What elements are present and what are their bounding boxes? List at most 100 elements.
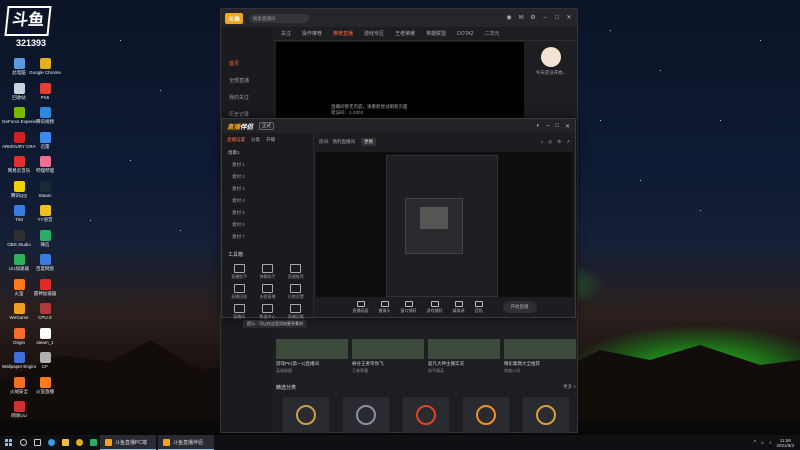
search-icon[interactable] xyxy=(16,435,30,450)
camera-icon[interactable]: ◎ xyxy=(548,139,552,145)
start-button[interactable] xyxy=(0,435,16,450)
toolbox-item[interactable]: 直播推荐 xyxy=(283,264,309,280)
nav-tab[interactable]: DOTA2 xyxy=(457,31,473,37)
source-button[interactable]: 游戏捕获 xyxy=(427,300,443,314)
desktop-icon[interactable]: YY语音 xyxy=(28,205,62,229)
nav-tab[interactable]: 王者荣耀 xyxy=(395,30,415,37)
change-button[interactable]: 更换 xyxy=(361,138,376,146)
scene-source-item[interactable]: 素材 6 xyxy=(222,219,313,231)
search-input[interactable]: 搜索直播间 xyxy=(249,13,310,23)
clock[interactable]: 11:58 2021/8/3 xyxy=(776,438,794,448)
task-stream-companion[interactable]: 斗鱼直播伴侣 xyxy=(158,435,214,450)
sidebar-item[interactable]: 我的关注 xyxy=(221,89,273,106)
nav-tab[interactable]: 关注 xyxy=(281,30,291,37)
desktop-icon[interactable]: 百度网盘 xyxy=(28,254,62,278)
mic-icon[interactable]: ♪ xyxy=(541,139,543,145)
game-category-tile[interactable] xyxy=(463,397,509,433)
source-button[interactable]: 音频 xyxy=(474,300,483,314)
source-button[interactable]: 摄像头 xyxy=(379,300,391,314)
toolbox-item[interactable]: 弹幕助手 xyxy=(254,264,280,280)
volume-icon[interactable]: ♪ xyxy=(769,440,772,446)
toolbox-item[interactable]: 直播助手 xyxy=(226,264,252,280)
taskview-icon[interactable] xyxy=(30,435,44,450)
companion-tab[interactable]: 分类 xyxy=(251,137,260,143)
user-icon[interactable]: ◉ xyxy=(505,14,513,22)
minimize-icon[interactable]: – xyxy=(546,123,549,130)
scene-source-item[interactable]: 素材 3 xyxy=(222,183,313,195)
source-button[interactable]: 直播画面 xyxy=(353,300,369,314)
stream-preview[interactable] xyxy=(316,152,573,297)
wechat-icon[interactable] xyxy=(86,435,100,450)
desktop-icon[interactable]: 雷神加速器 xyxy=(28,278,62,303)
scene-source-item[interactable]: 素材 2 xyxy=(222,171,313,183)
task-douyu-client[interactable]: 斗鱼直播PC端 xyxy=(100,435,156,450)
desktop-icon[interactable]: CF xyxy=(28,352,62,376)
desktop-icon[interactable]: 火萤直播 xyxy=(28,376,62,401)
app-icon xyxy=(39,254,51,265)
nav-tab[interactable]: 英雄联盟 xyxy=(426,30,446,37)
game-category-tile[interactable] xyxy=(523,397,569,433)
explorer-icon[interactable] xyxy=(58,435,72,450)
toolbox-item[interactable]: 直播回放 xyxy=(226,284,252,300)
desktop-icon[interactable]: 哔哩哔哩 xyxy=(28,156,62,180)
settings-icon[interactable]: ⚙ xyxy=(529,14,537,22)
sidebar-item[interactable]: 全部直播 xyxy=(221,72,273,89)
close-icon[interactable]: ✕ xyxy=(565,123,570,130)
stream-card[interactable]: 峡谷王者带你飞 王者荣耀 xyxy=(352,339,424,379)
companion-tab[interactable]: 直播设置 xyxy=(227,137,245,143)
minimize-icon[interactable]: – xyxy=(541,14,549,22)
game-category-tile[interactable] xyxy=(403,397,449,433)
share-icon[interactable]: ↗ xyxy=(566,139,570,145)
skin-icon[interactable]: ◐ xyxy=(536,123,540,130)
game-category-tile[interactable] xyxy=(343,397,389,433)
maximize-icon[interactable]: □ xyxy=(555,123,559,130)
avatar[interactable] xyxy=(541,47,561,67)
desktop-icon[interactable]: CPU-Z xyxy=(28,303,62,327)
message-icon[interactable]: ✉ xyxy=(517,14,525,22)
nav-tab[interactable]: 二次元 xyxy=(484,30,499,37)
toolbox-item[interactable]: 直播回看 xyxy=(283,304,309,320)
desktop-icon[interactable]: Steam xyxy=(28,180,62,205)
edge-icon[interactable] xyxy=(44,435,58,450)
stream-card[interactable]: 精彩集锦大全推荐 穿越火线 xyxy=(504,339,576,379)
stream-card[interactable]: 超凡大神主播实况 和平精英 xyxy=(428,339,500,379)
scene-source-item[interactable]: 素材 4 xyxy=(222,195,313,207)
settings-icon[interactable]: ⚙ xyxy=(557,139,561,145)
desktop-icon[interactable]: Google Chrome xyxy=(28,58,62,82)
toolbox-item[interactable]: 礼物设置 xyxy=(283,284,309,300)
scene-source-item[interactable]: 素材 7 xyxy=(222,231,313,243)
app-icon xyxy=(13,131,25,143)
stream-card[interactable]: 游戏PK(第一1)直播间 英雄联盟 xyxy=(276,339,348,379)
companion-tab[interactable]: 开播 xyxy=(266,137,275,143)
maximize-icon[interactable]: □ xyxy=(553,14,561,22)
scene-source-item[interactable]: 素材 1 xyxy=(222,159,313,171)
chevron-up-icon[interactable]: ^ xyxy=(754,440,756,446)
desktop-icon[interactable]: 腾讯视频 xyxy=(28,107,62,131)
start-stream-button[interactable]: 开始直播 xyxy=(502,301,537,313)
more-link[interactable]: 更多 > xyxy=(563,384,576,390)
source-button[interactable]: 媒体源 xyxy=(453,300,465,314)
desktop-icon-label: 雷神加速器 xyxy=(33,290,57,296)
close-icon[interactable]: ✕ xyxy=(565,14,573,22)
network-icon[interactable]: ⌂ xyxy=(761,440,764,446)
desktop-icon[interactable]: 网易UU xyxy=(2,401,36,425)
sidebar-item[interactable]: 首页 xyxy=(221,55,273,72)
source-button[interactable]: 窗口捕获 xyxy=(401,300,417,314)
stream-title: 峡谷王者带你飞 xyxy=(352,361,384,366)
toolbox-item[interactable]: 多路直播 xyxy=(254,284,280,300)
nav-tab[interactable]: 操作推荐 xyxy=(302,30,322,37)
desktop-icon[interactable]: PS5 xyxy=(28,82,62,107)
chrome-icon[interactable] xyxy=(72,435,86,450)
game-category-tile[interactable] xyxy=(283,397,329,433)
app-icon xyxy=(39,156,51,167)
desktop-icon[interactable]: 迅雷 xyxy=(28,131,62,156)
scene-source-item[interactable]: 素材 5 xyxy=(222,207,313,219)
nav-tab[interactable]: 游戏专区 xyxy=(364,30,384,37)
scene-header[interactable]: 场景1 xyxy=(222,147,313,159)
douyu-widget[interactable]: 斗鱼 321393 xyxy=(4,6,56,54)
desktop-icon[interactable]: 微信 xyxy=(28,229,62,254)
nav-tab[interactable]: 推荐直播 xyxy=(333,30,353,37)
toolbox-item[interactable]: 数据中心 xyxy=(254,304,280,320)
toolbox-item[interactable]: 直播间 xyxy=(226,304,252,320)
desktop-icon[interactable]: steam_1 xyxy=(28,327,62,352)
